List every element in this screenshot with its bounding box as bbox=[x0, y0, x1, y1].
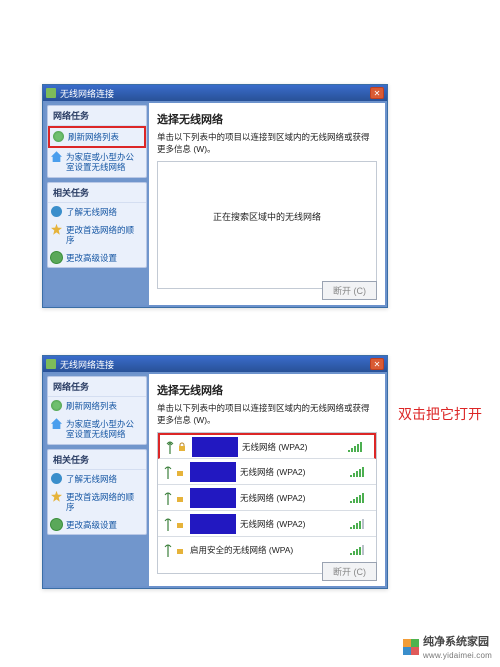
network-list: 正在搜索区域中的无线网络 bbox=[157, 161, 377, 289]
close-button[interactable]: ✕ bbox=[370, 87, 384, 99]
main-heading: 选择无线网络 bbox=[157, 382, 377, 398]
signal-icon bbox=[350, 519, 372, 529]
network-name-redacted bbox=[190, 462, 236, 482]
network-name-redacted bbox=[190, 514, 236, 534]
refresh-icon bbox=[53, 131, 64, 142]
info-icon bbox=[51, 206, 62, 217]
star-icon bbox=[51, 224, 62, 235]
watermark-text: 纯净系统家园 www.yidaimei.com bbox=[423, 633, 492, 661]
network-label: 无线网络 (WPA2) bbox=[240, 466, 350, 478]
section-heading: 相关任务 bbox=[48, 450, 146, 470]
network-row[interactable]: 无线网络 (WPA2) bbox=[158, 511, 376, 537]
section-heading: 相关任务 bbox=[48, 183, 146, 203]
sidebar-item-refresh[interactable]: 刷新网络列表 bbox=[48, 126, 146, 148]
signal-icon bbox=[350, 545, 372, 555]
titlebar: 无线网络连接 ✕ bbox=[43, 356, 387, 372]
sidebar-item-refresh[interactable]: 刷新网络列表 bbox=[48, 397, 146, 415]
sidebar: 网络任务 刷新网络列表 为家庭或小型办公室设置无线网络 相关任务 了解无线网络 bbox=[45, 103, 149, 305]
window-title: 无线网络连接 bbox=[60, 358, 370, 371]
sidebar-item-label: 更改高级设置 bbox=[66, 520, 117, 530]
antenna-icon bbox=[164, 440, 176, 454]
window-top: 无线网络连接 ✕ 网络任务 刷新网络列表 为家庭或小型办公室设置无线网络 相关任… bbox=[42, 84, 388, 308]
antenna-icon bbox=[162, 491, 174, 505]
logo-icon bbox=[403, 639, 419, 655]
window-title: 无线网络连接 bbox=[60, 87, 370, 100]
sidebar-item-label: 为家庭或小型办公室设置无线网络 bbox=[66, 419, 134, 439]
sidebar-item-label: 了解无线网络 bbox=[66, 474, 117, 484]
main-subtext: 单击以下列表中的项目以连接到区域内的无线网络或获得更多信息 (W)。 bbox=[157, 402, 377, 426]
antenna-icon bbox=[162, 517, 174, 531]
sidebar-item-label: 为家庭或小型办公室设置无线网络 bbox=[66, 152, 134, 172]
sidebar-item-label: 更改高级设置 bbox=[66, 253, 117, 263]
network-row[interactable]: 启用安全的无线网络 (WPA) bbox=[158, 537, 376, 563]
network-row[interactable]: 无线网络 (WPA2) bbox=[158, 433, 376, 459]
titlebar: 无线网络连接 ✕ bbox=[43, 85, 387, 101]
main-panel: 选择无线网络 单击以下列表中的项目以连接到区域内的无线网络或获得更多信息 (W)… bbox=[149, 103, 385, 305]
section-heading: 网络任务 bbox=[48, 377, 146, 397]
sidebar-item-advanced[interactable]: 更改高级设置 bbox=[48, 516, 146, 534]
network-label: 无线网络 (WPA2) bbox=[240, 518, 350, 530]
network-name-redacted bbox=[190, 488, 236, 508]
brand-name: 纯净系统家园 bbox=[423, 633, 492, 649]
sidebar-item-label: 更改首选网络的顺序 bbox=[66, 225, 134, 245]
connect-button[interactable]: 断开 (C) bbox=[322, 562, 377, 581]
close-button[interactable]: ✕ bbox=[370, 358, 384, 370]
lock-icon bbox=[174, 545, 186, 555]
home-icon bbox=[51, 418, 62, 429]
network-name-redacted bbox=[192, 437, 238, 457]
antenna-icon bbox=[162, 543, 174, 557]
gear-icon bbox=[51, 519, 62, 530]
annotation-text: 双击把它打开 bbox=[398, 404, 482, 424]
home-icon bbox=[51, 151, 62, 162]
main-heading: 选择无线网络 bbox=[157, 111, 377, 127]
network-label: 无线网络 (WPA2) bbox=[242, 441, 348, 453]
network-label: 无线网络 (WPA2) bbox=[240, 492, 350, 504]
lock-icon bbox=[174, 519, 186, 529]
network-row[interactable]: 无线网络 (WPA2) bbox=[158, 459, 376, 485]
network-list: 无线网络 (WPA2) 无线网络 (WPA2) 无线网络 (WPA2) bbox=[157, 432, 377, 574]
sidebar-item-learn[interactable]: 了解无线网络 bbox=[48, 470, 146, 488]
sidebar-item-label: 刷新网络列表 bbox=[66, 401, 117, 411]
refresh-icon bbox=[51, 400, 62, 411]
sidebar: 网络任务 刷新网络列表 为家庭或小型办公室设置无线网络 相关任务 了解无线网络 bbox=[45, 374, 149, 586]
sidebar-item-setup[interactable]: 为家庭或小型办公室设置无线网络 bbox=[48, 415, 146, 443]
signal-icon bbox=[348, 442, 370, 452]
sidebar-item-setup[interactable]: 为家庭或小型办公室设置无线网络 bbox=[48, 148, 146, 176]
signal-icon bbox=[350, 467, 372, 477]
empty-message: 正在搜索区域中的无线网络 bbox=[158, 162, 376, 223]
window-body: 网络任务 刷新网络列表 为家庭或小型办公室设置无线网络 相关任务 了解无线网络 bbox=[43, 101, 387, 307]
network-label: 启用安全的无线网络 (WPA) bbox=[190, 544, 350, 556]
lock-icon bbox=[174, 467, 186, 477]
sidebar-section-network: 网络任务 刷新网络列表 为家庭或小型办公室设置无线网络 bbox=[47, 105, 147, 178]
main-subtext: 单击以下列表中的项目以连接到区域内的无线网络或获得更多信息 (W)。 bbox=[157, 131, 377, 155]
network-row[interactable]: 无线网络 (WPA2) bbox=[158, 485, 376, 511]
connect-button[interactable]: 断开 (C) bbox=[322, 281, 377, 300]
lock-icon bbox=[174, 493, 186, 503]
wireless-icon bbox=[46, 88, 56, 98]
sidebar-item-order[interactable]: 更改首选网络的顺序 bbox=[48, 488, 146, 516]
sidebar-item-order[interactable]: 更改首选网络的顺序 bbox=[48, 221, 146, 249]
watermark: 纯净系统家园 www.yidaimei.com bbox=[403, 633, 492, 661]
brand-url: www.yidaimei.com bbox=[423, 651, 492, 660]
signal-icon bbox=[350, 493, 372, 503]
lock-icon bbox=[176, 442, 188, 452]
sidebar-section-related: 相关任务 了解无线网络 更改首选网络的顺序 更改高级设置 bbox=[47, 182, 147, 269]
section-heading: 网络任务 bbox=[48, 106, 146, 126]
star-icon bbox=[51, 491, 62, 502]
sidebar-item-label: 刷新网络列表 bbox=[68, 132, 119, 142]
sidebar-item-label: 更改首选网络的顺序 bbox=[66, 492, 134, 512]
window-bottom: 无线网络连接 ✕ 网络任务 刷新网络列表 为家庭或小型办公室设置无线网络 相关任… bbox=[42, 355, 388, 589]
gear-icon bbox=[51, 252, 62, 263]
sidebar-item-advanced[interactable]: 更改高级设置 bbox=[48, 249, 146, 267]
antenna-icon bbox=[162, 465, 174, 479]
wireless-icon bbox=[46, 359, 56, 369]
sidebar-section-network: 网络任务 刷新网络列表 为家庭或小型办公室设置无线网络 bbox=[47, 376, 147, 445]
main-panel: 选择无线网络 单击以下列表中的项目以连接到区域内的无线网络或获得更多信息 (W)… bbox=[149, 374, 385, 586]
info-icon bbox=[51, 473, 62, 484]
sidebar-item-learn[interactable]: 了解无线网络 bbox=[48, 203, 146, 221]
window-body: 网络任务 刷新网络列表 为家庭或小型办公室设置无线网络 相关任务 了解无线网络 bbox=[43, 372, 387, 588]
sidebar-section-related: 相关任务 了解无线网络 更改首选网络的顺序 更改高级设置 bbox=[47, 449, 147, 536]
sidebar-item-label: 了解无线网络 bbox=[66, 207, 117, 217]
